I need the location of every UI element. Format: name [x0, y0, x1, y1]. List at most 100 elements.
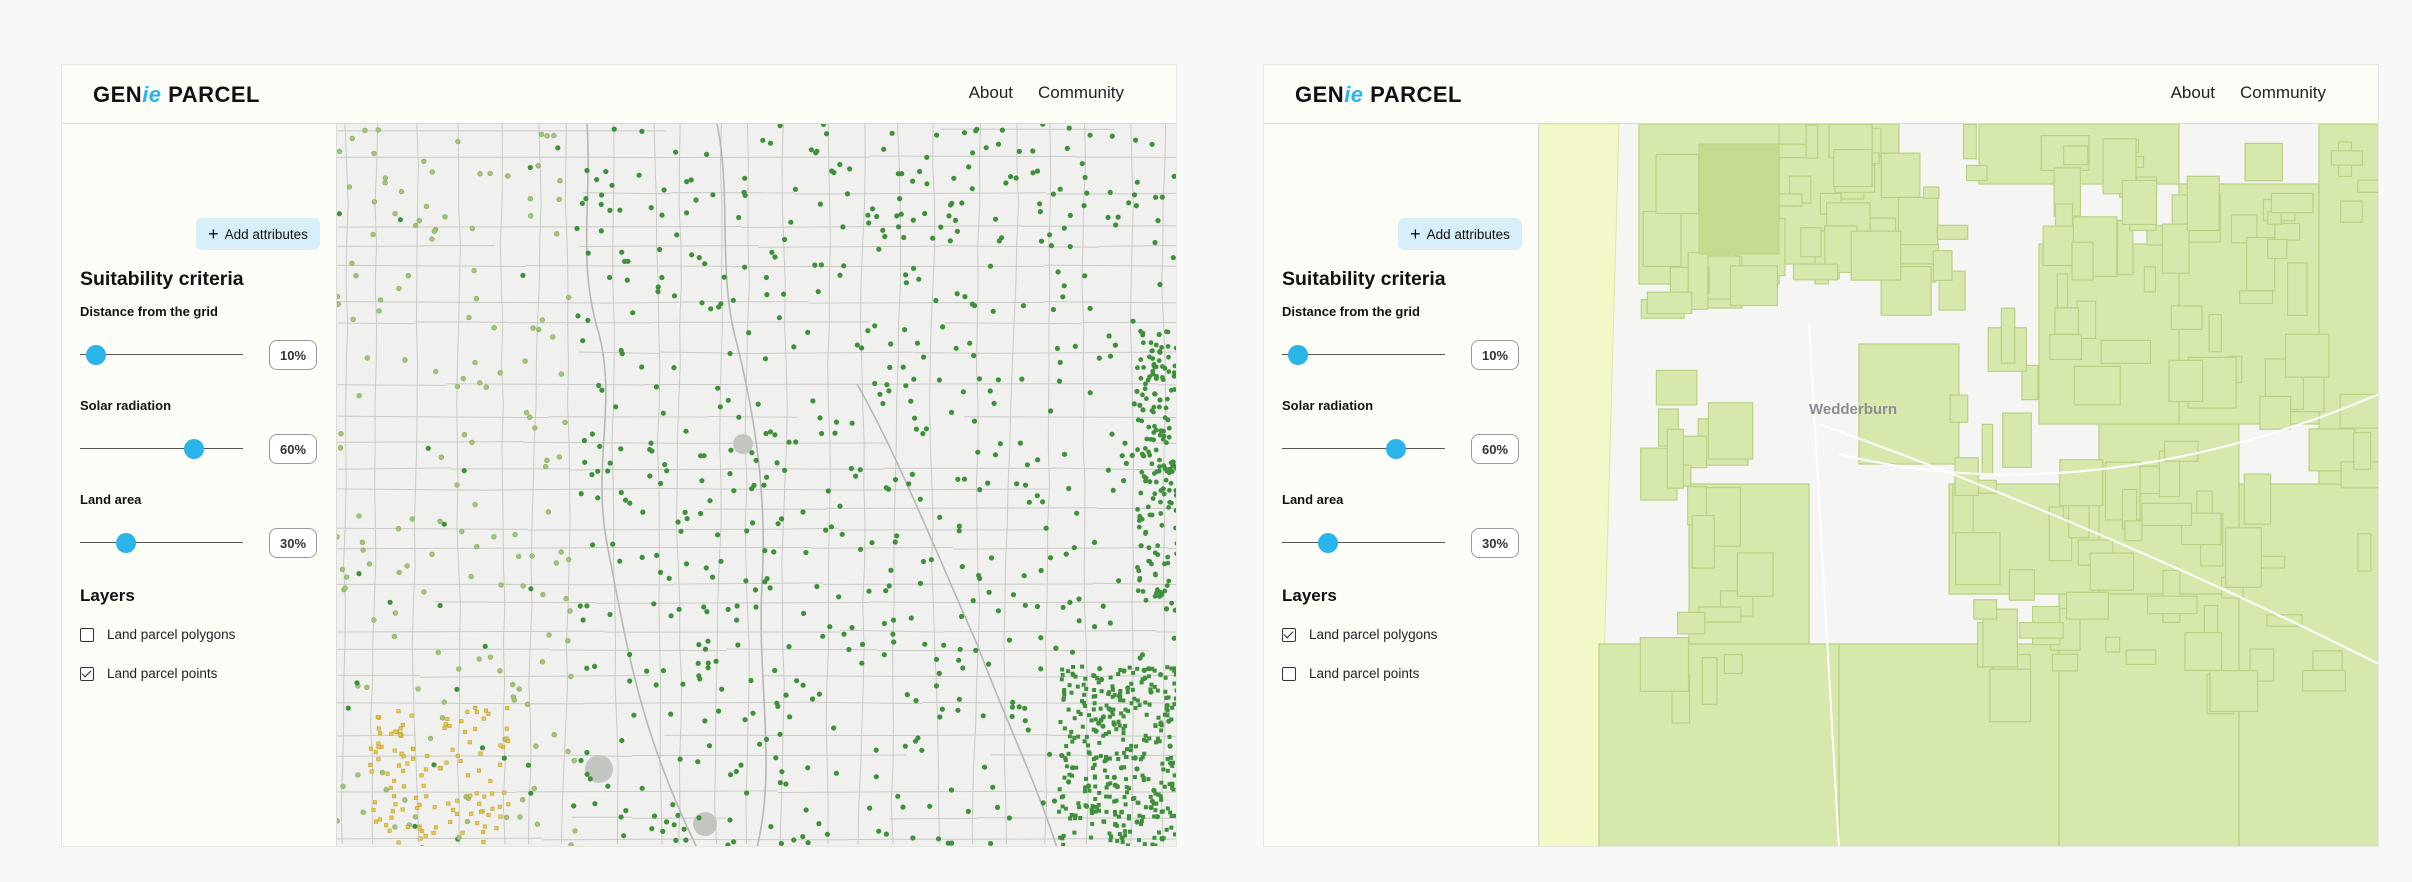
parcel-point	[1133, 706, 1138, 710]
layer-toggle-polygons[interactable]: Land parcel polygons	[80, 627, 235, 642]
parcel-point	[520, 583, 526, 589]
parcel-point	[468, 793, 473, 798]
parcel-point	[961, 130, 968, 136]
parcel-point	[803, 807, 809, 813]
parcel-point	[1162, 784, 1167, 789]
land-parcel-polygon	[1792, 263, 1839, 281]
slider-thumb[interactable]	[1288, 345, 1309, 365]
slider-thumb[interactable]	[115, 533, 136, 553]
parcel-point	[1082, 174, 1088, 181]
parcel-point	[1137, 703, 1142, 708]
parcel-point	[390, 809, 395, 814]
parcel-point	[442, 214, 448, 220]
solar-radiation-slider[interactable]	[80, 437, 243, 461]
slider-thumb[interactable]	[184, 439, 205, 459]
checkbox[interactable]	[1282, 627, 1296, 642]
layer-toggle-points[interactable]: Land parcel points	[1282, 666, 1419, 681]
parcel-point	[1121, 478, 1127, 484]
slider-thumb[interactable]	[86, 345, 107, 365]
nav-about-link[interactable]: About	[969, 83, 1013, 102]
parcel-point	[808, 147, 814, 153]
parcel-point	[1166, 470, 1172, 476]
parcel-point	[1050, 306, 1056, 313]
layer-toggle-polygons[interactable]: Land parcel polygons	[1282, 627, 1437, 642]
parcel-point	[1160, 761, 1165, 766]
land-area-value[interactable]: 30%	[269, 528, 317, 558]
parcel-point	[556, 196, 562, 203]
parcel-point	[1116, 578, 1122, 584]
land-parcel-polygon	[2243, 473, 2272, 525]
parcel-polygons-map[interactable]: Wedderburn	[1539, 124, 2378, 846]
parcel-points-map[interactable]	[337, 124, 1176, 846]
parcel-point	[1129, 701, 1134, 706]
parcel-point	[888, 567, 894, 573]
genie-parcel-logo[interactable]: GENie PARCEL	[1295, 82, 1462, 108]
parcel-point	[1123, 724, 1128, 728]
grid-distance-slider[interactable]	[1282, 343, 1445, 367]
parcel-point	[1142, 842, 1147, 846]
parcel-point	[684, 516, 690, 522]
map-view-points[interactable]	[337, 124, 1176, 846]
parcel-point	[1152, 239, 1158, 246]
parcel-point	[1123, 829, 1127, 834]
solar-radiation-slider[interactable]	[1282, 437, 1445, 461]
nav-community-link[interactable]: Community	[2240, 83, 2326, 102]
parcel-point	[432, 805, 437, 810]
parcel-point	[1169, 717, 1174, 722]
parcel-point	[889, 130, 895, 136]
parcel-point	[865, 212, 871, 218]
land-parcel-polygon	[2042, 225, 2075, 267]
land-parcel-polygon	[2054, 203, 2074, 228]
nav-community-link[interactable]: Community	[1038, 83, 1124, 102]
parcel-point	[930, 235, 936, 241]
checkbox[interactable]	[80, 666, 94, 681]
parcel-point	[388, 785, 393, 790]
land-area-slider[interactable]	[1282, 531, 1445, 555]
parcel-point	[524, 701, 531, 707]
parcel-point	[960, 665, 966, 671]
genie-parcel-logo[interactable]: GENie PARCEL	[93, 82, 260, 108]
parcel-point	[936, 670, 942, 677]
parcel-point	[817, 415, 823, 421]
add-attributes-button[interactable]: + Add attributes	[1398, 218, 1522, 250]
slider-thumb[interactable]	[1317, 533, 1338, 553]
parcel-point	[1010, 699, 1016, 706]
parcel-point	[1165, 806, 1170, 811]
parcel-point	[1163, 675, 1168, 680]
checkbox[interactable]	[1282, 666, 1296, 681]
top-navigation-bar: GENie PARCEL About Community	[62, 65, 1176, 124]
parcel-point	[1079, 161, 1085, 167]
layer-label: Land parcel points	[1309, 666, 1420, 681]
add-attributes-button[interactable]: + Add attributes	[196, 218, 320, 250]
parcel-point	[910, 178, 916, 184]
checkbox[interactable]	[80, 627, 94, 642]
parcel-point	[421, 783, 426, 788]
solar-radiation-value[interactable]: 60%	[269, 434, 317, 464]
parcel-point	[1076, 734, 1081, 739]
parcel-point	[1080, 724, 1085, 729]
nav-about-link[interactable]: About	[2171, 83, 2215, 102]
parcel-point	[782, 467, 788, 473]
land-area-slider[interactable]	[80, 531, 243, 555]
land-parcel-polygon	[2259, 395, 2292, 430]
land-area-value[interactable]: 30%	[1471, 528, 1519, 558]
parcel-point	[956, 657, 962, 663]
slider-thumb[interactable]	[1386, 439, 1407, 459]
parcel-point	[379, 769, 386, 776]
parcel-boundary-line	[726, 648, 878, 651]
parcel-point	[1111, 774, 1117, 781]
parcel-point	[1065, 764, 1069, 769]
parcel-point	[903, 383, 909, 389]
parcel-point	[472, 501, 478, 508]
grid-distance-slider[interactable]	[80, 343, 243, 367]
parcel-point	[1131, 401, 1137, 407]
parcel-point	[1038, 635, 1044, 641]
parcel-point	[1163, 689, 1168, 694]
map-view-polygons[interactable]: Wedderburn	[1539, 124, 2378, 846]
layer-toggle-points[interactable]: Land parcel points	[80, 666, 217, 681]
grid-distance-value[interactable]: 10%	[1471, 340, 1519, 370]
solar-radiation-value[interactable]: 60%	[1471, 434, 1519, 464]
grid-distance-value[interactable]: 10%	[269, 340, 317, 370]
parcel-point	[1096, 803, 1101, 807]
parcel-point	[533, 743, 539, 749]
